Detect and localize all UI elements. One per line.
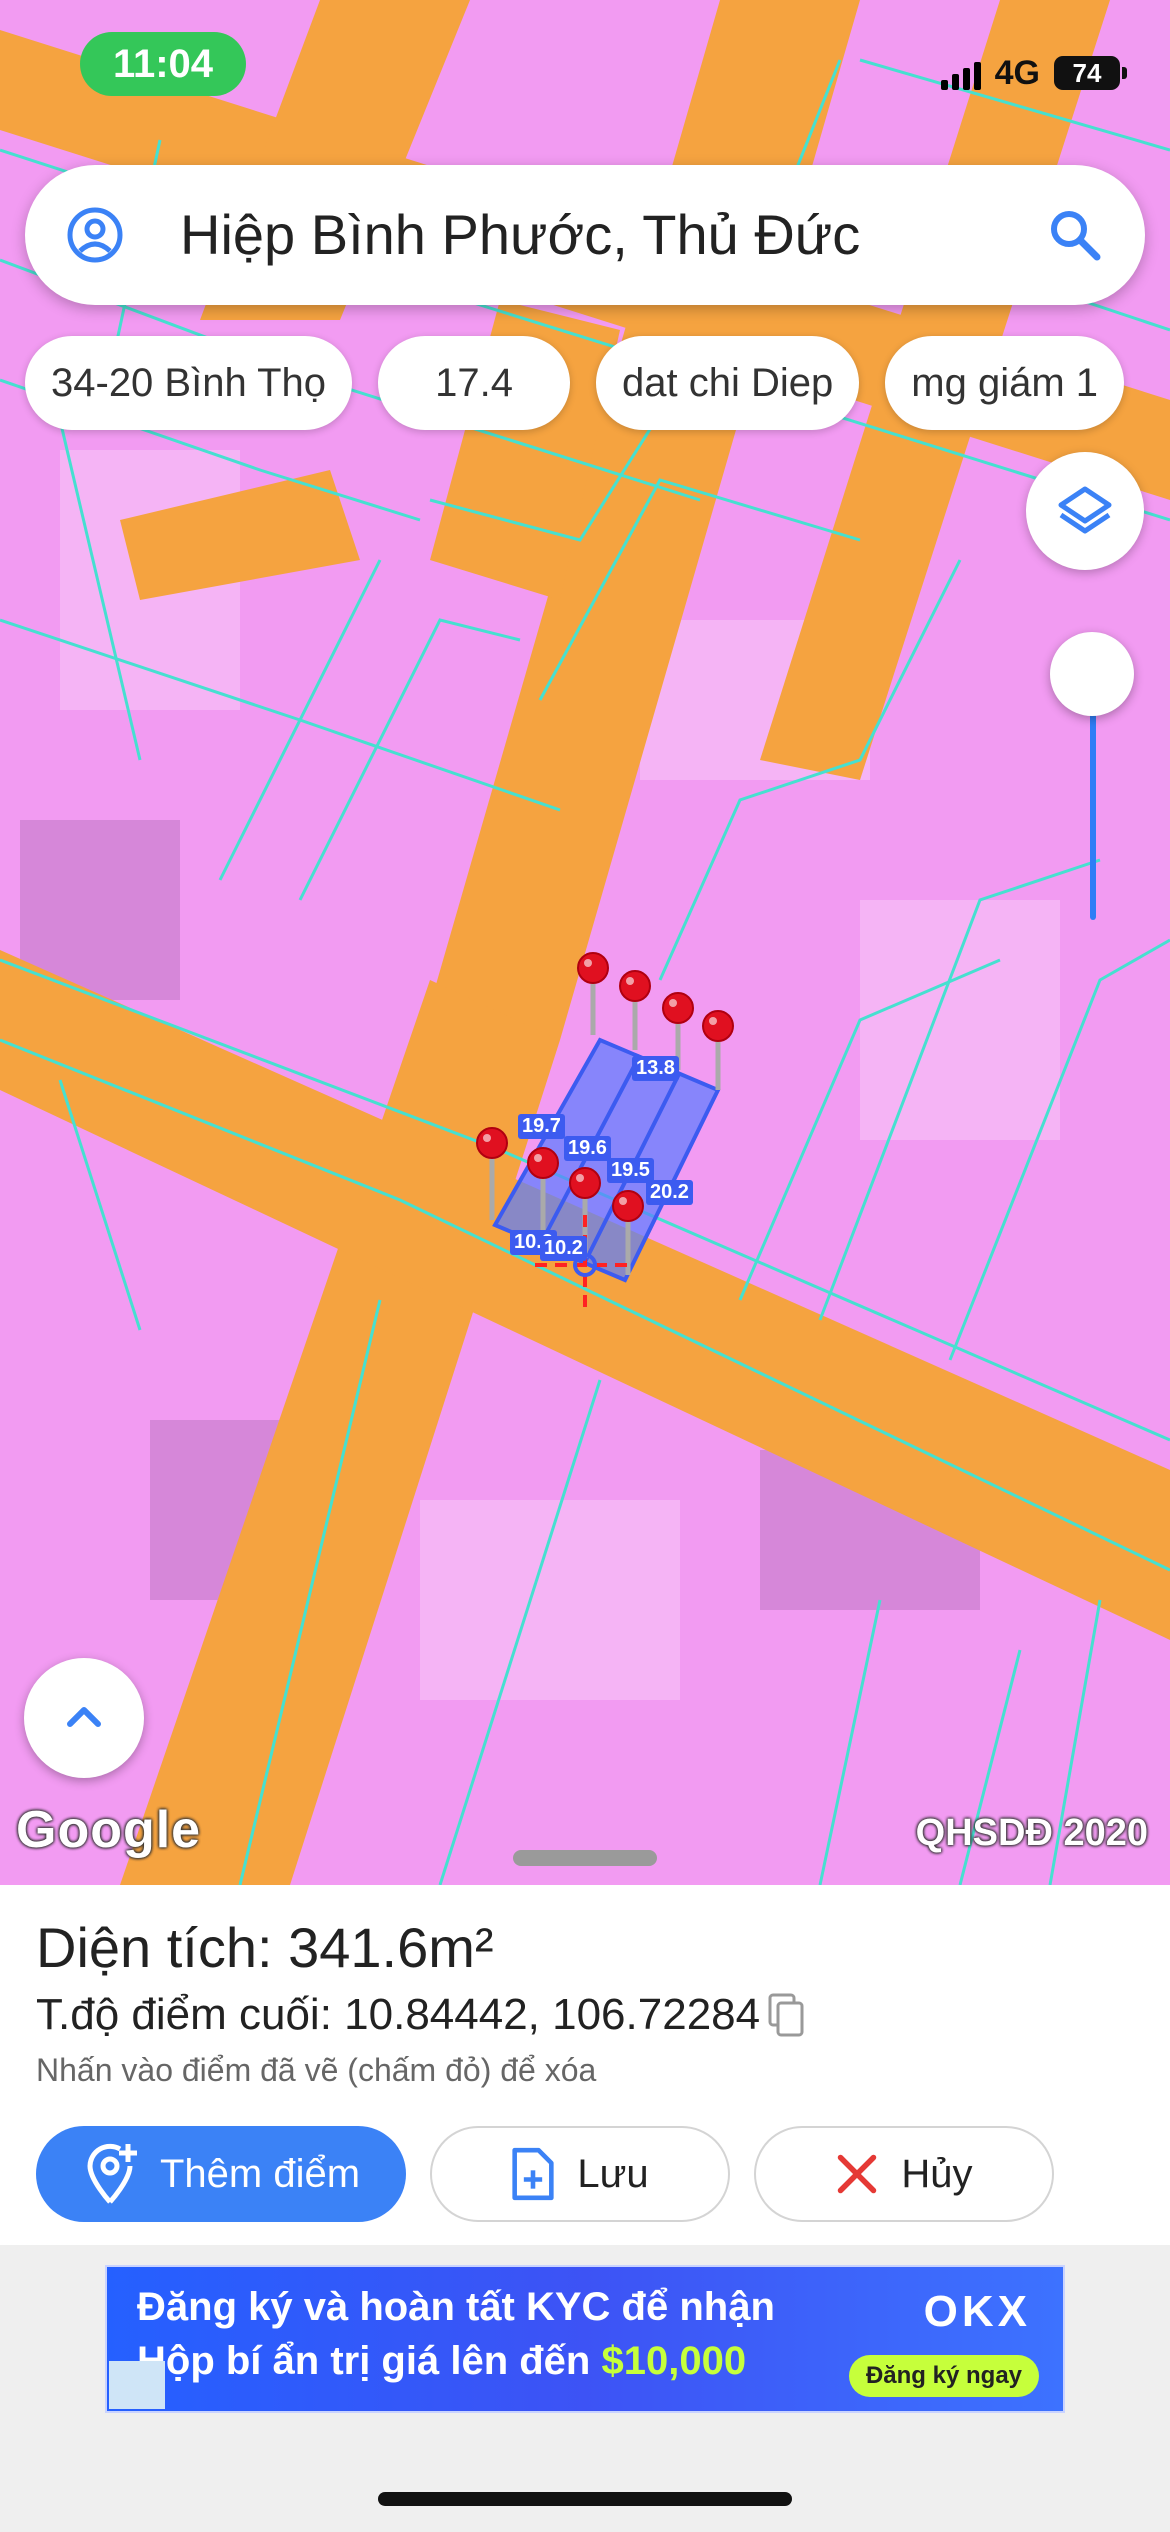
close-icon bbox=[838, 2154, 877, 2194]
chip-mg-giam[interactable]: mg giám 1 bbox=[885, 336, 1125, 430]
home-indicator[interactable] bbox=[378, 2492, 792, 2506]
edge-length-label: 19.6 bbox=[564, 1136, 611, 1161]
map-layer-label: QHSDĐ 2020 bbox=[915, 1812, 1148, 1854]
chip-dat-chi-diep[interactable]: dat chi Diep bbox=[596, 336, 860, 430]
ad-banner[interactable]: Đăng ký và hoàn tất KYC để nhận Hộp bí ẩ… bbox=[105, 2265, 1065, 2413]
cancel-button[interactable]: Hủy bbox=[754, 2126, 1054, 2222]
ad-cta-button[interactable]: Đăng ký ngay bbox=[849, 2355, 1039, 2397]
add-file-icon bbox=[512, 2147, 554, 2201]
edge-length-label: 19.7 bbox=[518, 1114, 565, 1139]
chip-17-4[interactable]: 17.4 bbox=[378, 336, 571, 430]
cancel-label: Hủy bbox=[901, 2151, 973, 2196]
ad-text-line1: Đăng ký và hoàn tất KYC để nhận bbox=[137, 2285, 775, 2329]
network-type: 4G bbox=[994, 53, 1040, 92]
saved-places-chips: 34-20 Bình Thọ 17.4 dat chi Diep mg giám… bbox=[25, 336, 1125, 430]
add-location-icon bbox=[87, 2143, 137, 2204]
chevron-up-icon bbox=[67, 1707, 101, 1727]
area-value: Diện tích: 341.6m² bbox=[36, 1916, 494, 1979]
chip-binh-tho[interactable]: 34-20 Bình Thọ bbox=[25, 336, 353, 430]
copy-icon[interactable] bbox=[766, 1991, 806, 2039]
google-logo: Google bbox=[16, 1801, 202, 1859]
signal-icon bbox=[940, 56, 981, 90]
edge-length-label: 10.2 bbox=[540, 1236, 587, 1261]
ad-text-prefix: Hộp bí ẩn trị giá lên đến bbox=[137, 2339, 602, 2383]
layers-icon bbox=[1058, 486, 1112, 534]
drag-handle[interactable] bbox=[513, 1850, 657, 1866]
save-label: Lưu bbox=[577, 2151, 649, 2196]
delete-hint: Nhấn vào điểm đã vẽ (chấm đỏ) để xóa bbox=[36, 2052, 597, 2088]
ad-choices-icon[interactable] bbox=[109, 2361, 165, 2409]
add-point-button[interactable]: Thêm điểm bbox=[36, 2126, 406, 2222]
edge-length-label: 13.8 bbox=[632, 1056, 679, 1081]
status-indicators: 4G 74 bbox=[940, 48, 1127, 98]
zoom-track[interactable] bbox=[1090, 700, 1096, 920]
search-query[interactable]: Hiệp Bình Phước, Thủ Đức bbox=[180, 165, 860, 305]
ad-text-line2: Hộp bí ẩn trị giá lên đến $10,000 bbox=[137, 2339, 746, 2384]
search-bar[interactable]: Hiệp Bình Phước, Thủ Đức bbox=[25, 165, 1145, 305]
battery-icon: 74 bbox=[1054, 56, 1127, 90]
search-icon[interactable] bbox=[1045, 205, 1105, 265]
last-point-coordinates: T.độ điểm cuối: 10.84442, 106.72284 bbox=[36, 1990, 806, 2040]
okx-logo: OKX bbox=[923, 2287, 1031, 2336]
edge-length-label: 20.2 bbox=[646, 1180, 693, 1205]
coord-text: T.độ điểm cuối: 10.84442, 106.72284 bbox=[36, 1990, 761, 2039]
zoom-slider-handle[interactable] bbox=[1050, 632, 1134, 716]
layers-button[interactable] bbox=[1026, 452, 1144, 570]
expand-button[interactable] bbox=[24, 1658, 144, 1778]
account-circle-icon[interactable] bbox=[65, 205, 125, 265]
save-button[interactable]: Lưu bbox=[430, 2126, 730, 2222]
status-time: 11:04 bbox=[80, 32, 246, 96]
add-point-label: Thêm điểm bbox=[159, 2151, 361, 2196]
ad-amount: $10,000 bbox=[601, 2339, 747, 2383]
